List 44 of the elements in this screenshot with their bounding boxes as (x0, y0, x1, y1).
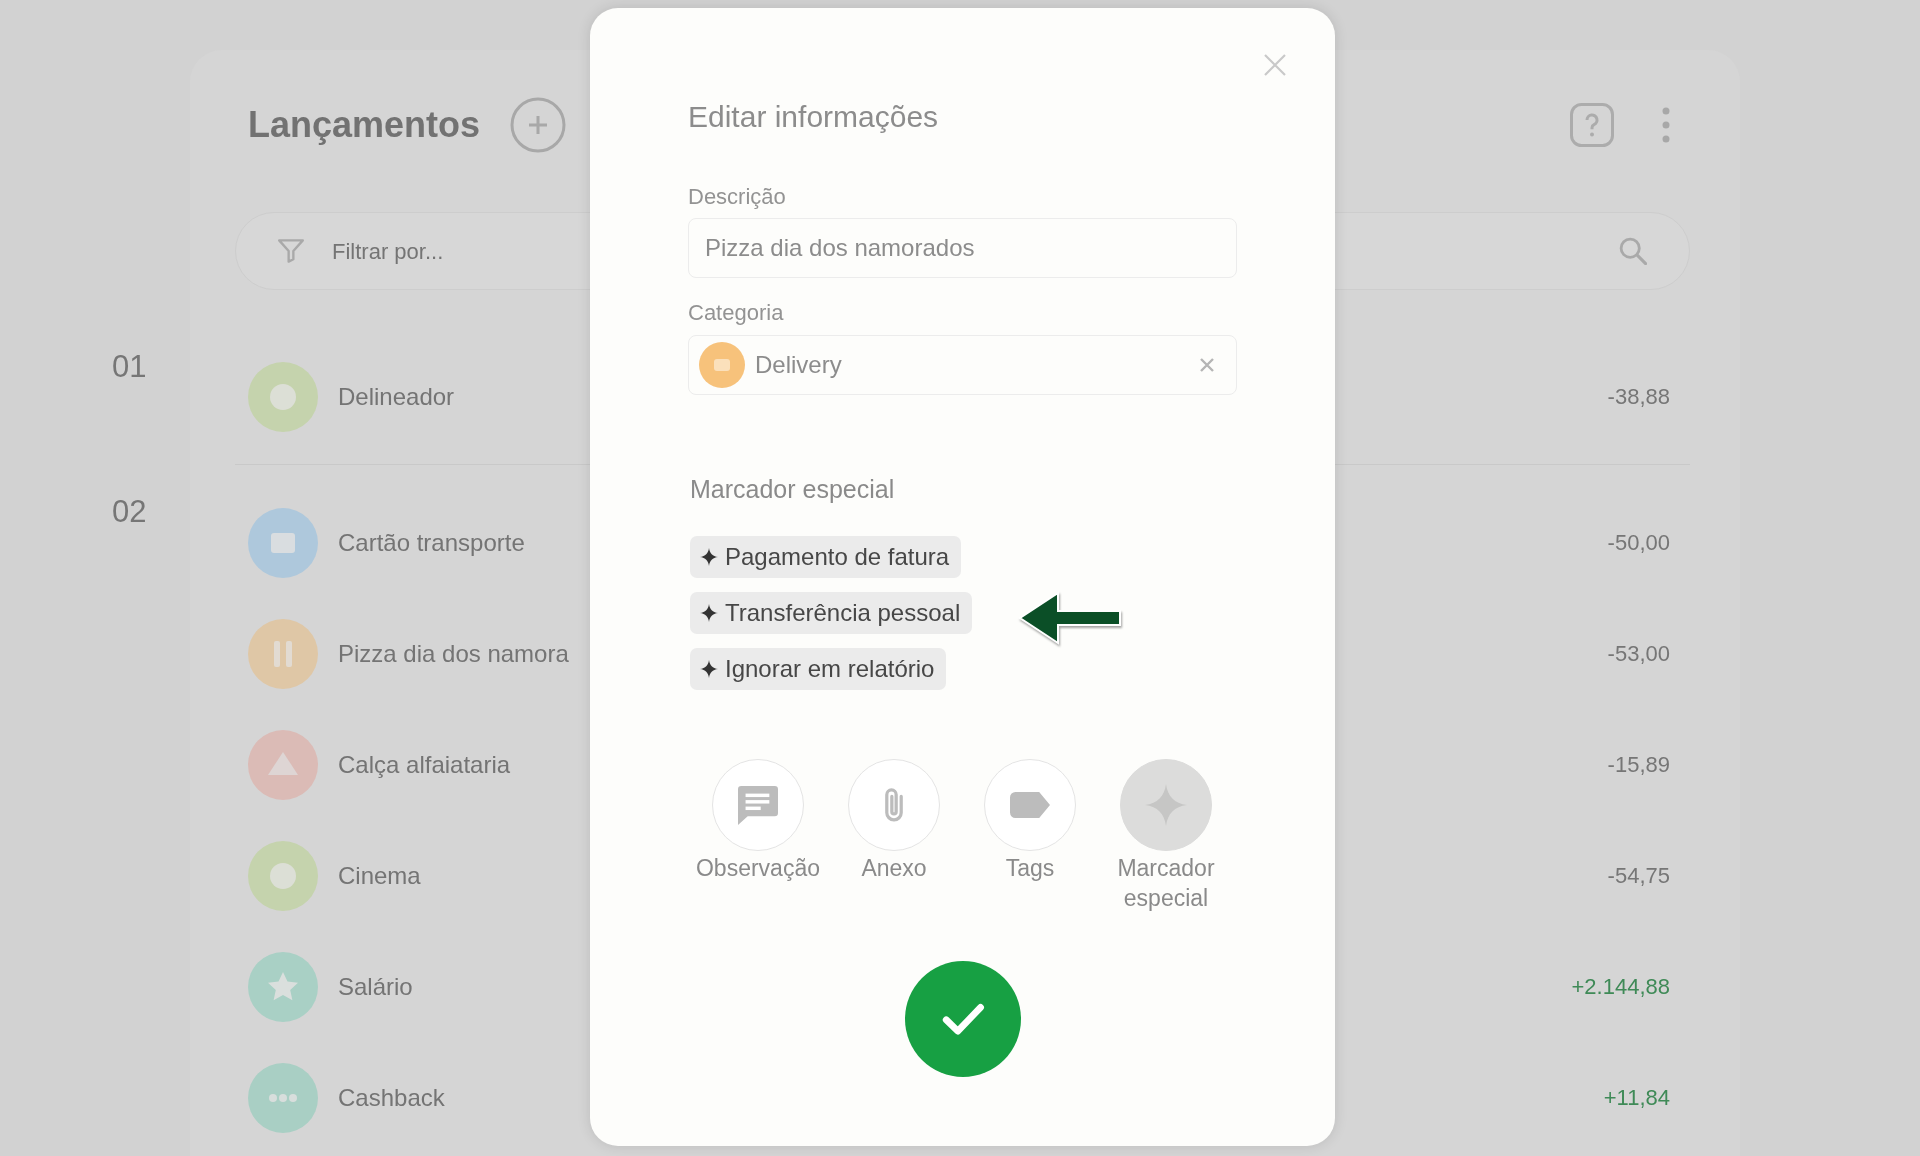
section-heading: Marcador especial (690, 474, 896, 504)
category-icon (699, 342, 745, 388)
action-label: Anexo (860, 854, 928, 883)
group-label: 01 (112, 349, 147, 384)
sparkle-icon (700, 660, 718, 678)
help-icon[interactable] (1570, 103, 1614, 147)
dialog-title: Editar informações (688, 99, 940, 135)
page-title: Lançamentos (248, 103, 481, 147)
entry-amount: -15,89 (1607, 751, 1670, 779)
entry-amount: -38,88 (1607, 383, 1670, 411)
check-icon (940, 1002, 985, 1036)
entry-amount: -50,00 (1607, 529, 1670, 557)
entry-name: Salário (338, 971, 413, 1002)
entry-amount: -53,00 (1607, 640, 1670, 668)
filter-field[interactable]: Filtrar por... (332, 234, 532, 268)
search-icon[interactable] (1619, 237, 1647, 265)
marker-chip[interactable]: Transferência pessoal (690, 592, 973, 634)
close-icon[interactable] (1263, 53, 1287, 77)
action-label: Tags (1004, 854, 1056, 883)
entry-amount: -54,75 (1607, 862, 1670, 890)
paperclip-icon (885, 788, 903, 822)
entry-name: Delineador (338, 381, 455, 412)
action-label: Observação (695, 854, 821, 883)
group-label: 02 (112, 494, 147, 529)
entry-name: Cinema (338, 860, 421, 891)
chat-bubble-icon (738, 785, 778, 825)
tag-icon (1010, 792, 1050, 818)
sparkle-icon (700, 604, 718, 622)
action-label: Marcador especial (1116, 854, 1216, 913)
field-label: Descrição (688, 184, 787, 210)
entry-name: Cashback (338, 1082, 445, 1113)
entry-name: Pizza dia dos namora (338, 638, 569, 669)
marker-chip[interactable]: Pagamento de fatura (690, 536, 962, 578)
entry-name: Cartão transporte (338, 527, 525, 558)
more-icon[interactable] (1662, 107, 1670, 143)
field-label: Categoria (688, 300, 785, 326)
entry-amount: +2.144,88 (1571, 973, 1670, 1001)
sparkle-icon (700, 548, 718, 566)
clear-icon[interactable] (1200, 358, 1214, 372)
marker-chip[interactable]: Ignorar em relatório (690, 648, 947, 690)
entry-amount: +11,84 (1603, 1084, 1670, 1112)
funnel-icon[interactable] (278, 239, 304, 263)
entry-name: Calça alfaiataria (338, 749, 511, 780)
add-icon[interactable] (510, 97, 567, 153)
